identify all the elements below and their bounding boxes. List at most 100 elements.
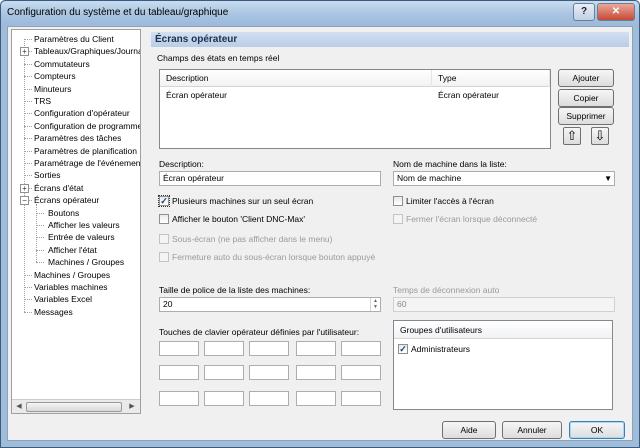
scroll-left-icon[interactable]: ◀ [13,401,25,413]
scrollbar-thumb[interactable] [26,402,122,412]
tree-item[interactable]: Commutateurs [34,58,90,70]
key-input[interactable] [341,391,381,406]
tree-connector [24,101,32,102]
tree-connector [24,150,32,152]
column-header-description[interactable]: Description [160,70,432,87]
tree-item[interactable]: Configuration d'opérateur [34,107,130,119]
timeout-input[interactable]: 60 [393,297,615,312]
administrators-label[interactable]: Administrateurs [411,344,470,354]
ok-button[interactable]: OK [569,421,625,439]
tree-item[interactable]: Machines / Groupes [34,269,110,281]
tree-item[interactable]: Messages [34,306,73,318]
auto-close-checkbox[interactable] [159,252,169,262]
tree-horizontal-scrollbar[interactable]: ◀ ▶ [12,399,140,413]
row-description: Écran opérateur [166,90,227,100]
limit-access-checkbox[interactable] [393,196,403,206]
collapse-icon[interactable]: − [20,196,29,206]
key-input[interactable] [159,341,199,356]
key-input[interactable] [204,341,244,356]
tree-connector [24,39,32,40]
tree-connector [24,287,32,288]
spin-buttons[interactable]: ▲ ▼ [370,298,380,311]
key-input[interactable] [296,365,336,380]
keys-label: Touches de clavier opérateur définies pa… [159,327,360,337]
tree-item[interactable]: Écrans d'état [34,182,83,194]
tree-item[interactable]: Paramétrage de l'événement [34,157,140,169]
key-input[interactable] [249,391,289,406]
tree-connector [24,163,32,164]
key-input[interactable] [204,391,244,406]
tree-item[interactable]: TRS [34,95,51,107]
multi-machines-checkbox[interactable]: ✓ [158,195,170,207]
delete-button[interactable]: Supprimer [558,107,614,125]
key-input[interactable] [249,365,289,380]
expand-icon[interactable]: + [20,47,29,57]
tree-item[interactable]: Configuration de programme [34,120,140,132]
limit-access-label[interactable]: Limiter l'accès à l'écran [406,196,494,206]
tree-connector [24,175,32,177]
tree-item[interactable]: Afficher l'état [48,244,97,256]
close-icon[interactable]: ✕ [597,3,635,21]
key-input[interactable] [296,391,336,406]
chevron-down-icon[interactable]: ▼ [604,172,612,185]
description-input[interactable]: Écran opérateur [159,171,381,186]
spin-down-icon: ▼ [373,304,378,310]
font-size-stepper[interactable]: 20 ▲ ▼ [159,297,381,312]
tree-item[interactable]: Paramètres du Client [34,33,114,45]
tree-connector [24,63,32,65]
cancel-button[interactable]: Annuler [502,421,562,439]
tree-connector [24,113,32,115]
tree-item[interactable]: Variables Excel [34,293,92,305]
tree-item[interactable]: Sorties [34,169,60,181]
key-input[interactable] [341,341,381,356]
show-dnc-max-checkbox[interactable] [159,214,169,224]
tree-item[interactable]: Minuteurs [34,83,71,95]
scroll-right-icon[interactable]: ▶ [126,401,138,413]
machine-name-label: Nom de machine dans la liste: [393,159,507,169]
realtime-fields-list[interactable]: Description Type Écran opérateur Écran o… [159,69,551,149]
tree-item[interactable]: Afficher les valeurs [48,219,120,231]
tree-item[interactable]: Tableaux/Graphiques/Journa [34,45,140,57]
tree-item[interactable]: Variables machines [34,281,108,293]
tree-connector [24,274,32,276]
list-header: Description Type [160,70,550,87]
copy-button[interactable]: Copier [558,89,614,107]
multi-machines-label[interactable]: Plusieurs machines sur un seul écran [172,196,313,206]
move-down-icon[interactable]: ⇩ [591,127,609,145]
key-input[interactable] [296,341,336,356]
move-up-icon[interactable]: ⇧ [563,127,581,145]
column-header-type[interactable]: Type [432,70,550,87]
settings-tree[interactable]: ◀ ▶ Paramètres du Client + Tableaux/Graphi… [11,29,141,414]
tree-item[interactable]: Entrée de valeurs [48,231,115,243]
tree-item[interactable]: Boutons [48,207,79,219]
sub-screen-checkbox[interactable] [159,234,169,244]
tree-connector [36,237,44,239]
key-input[interactable] [159,365,199,380]
tree-connector [24,76,32,78]
help-title-button[interactable]: ? [573,3,595,21]
tree-item[interactable]: Paramètres des tâches [34,132,121,144]
tree-connector [36,249,44,251]
tree-item[interactable]: Paramètres de planification [34,145,137,157]
administrators-checkbox[interactable]: ✓ [398,344,408,354]
machine-name-select[interactable]: Nom de machine ▼ [393,171,615,186]
tree-item[interactable]: Compteurs [34,70,76,82]
title-bar[interactable]: Configuration du système et du tableau/g… [1,1,639,25]
list-row[interactable]: Écran opérateur Écran opérateur [160,88,550,102]
close-disconnected-checkbox[interactable] [393,214,403,224]
key-input[interactable] [159,391,199,406]
timeout-label: Temps de déconnexion auto [393,285,500,295]
help-button[interactable]: Aide [442,421,496,439]
tree-item[interactable]: Machines / Groupes [48,256,124,268]
add-button[interactable]: Ajouter [558,69,614,87]
show-dnc-max-label[interactable]: Afficher le bouton 'Client DNC-Max' [172,214,305,224]
key-input[interactable] [204,365,244,380]
user-groups-list[interactable]: Groupes d'utilisateurs ✓ Administrateurs [393,320,613,410]
realtime-fields-label: Champs des états en temps réel [157,53,280,63]
key-input[interactable] [249,341,289,356]
key-input[interactable] [341,365,381,380]
expand-icon[interactable]: + [20,183,29,193]
tree-item[interactable]: Écrans opérateur [34,194,99,206]
description-label: Description: [159,159,204,169]
user-groups-title: Groupes d'utilisateurs [394,321,612,339]
